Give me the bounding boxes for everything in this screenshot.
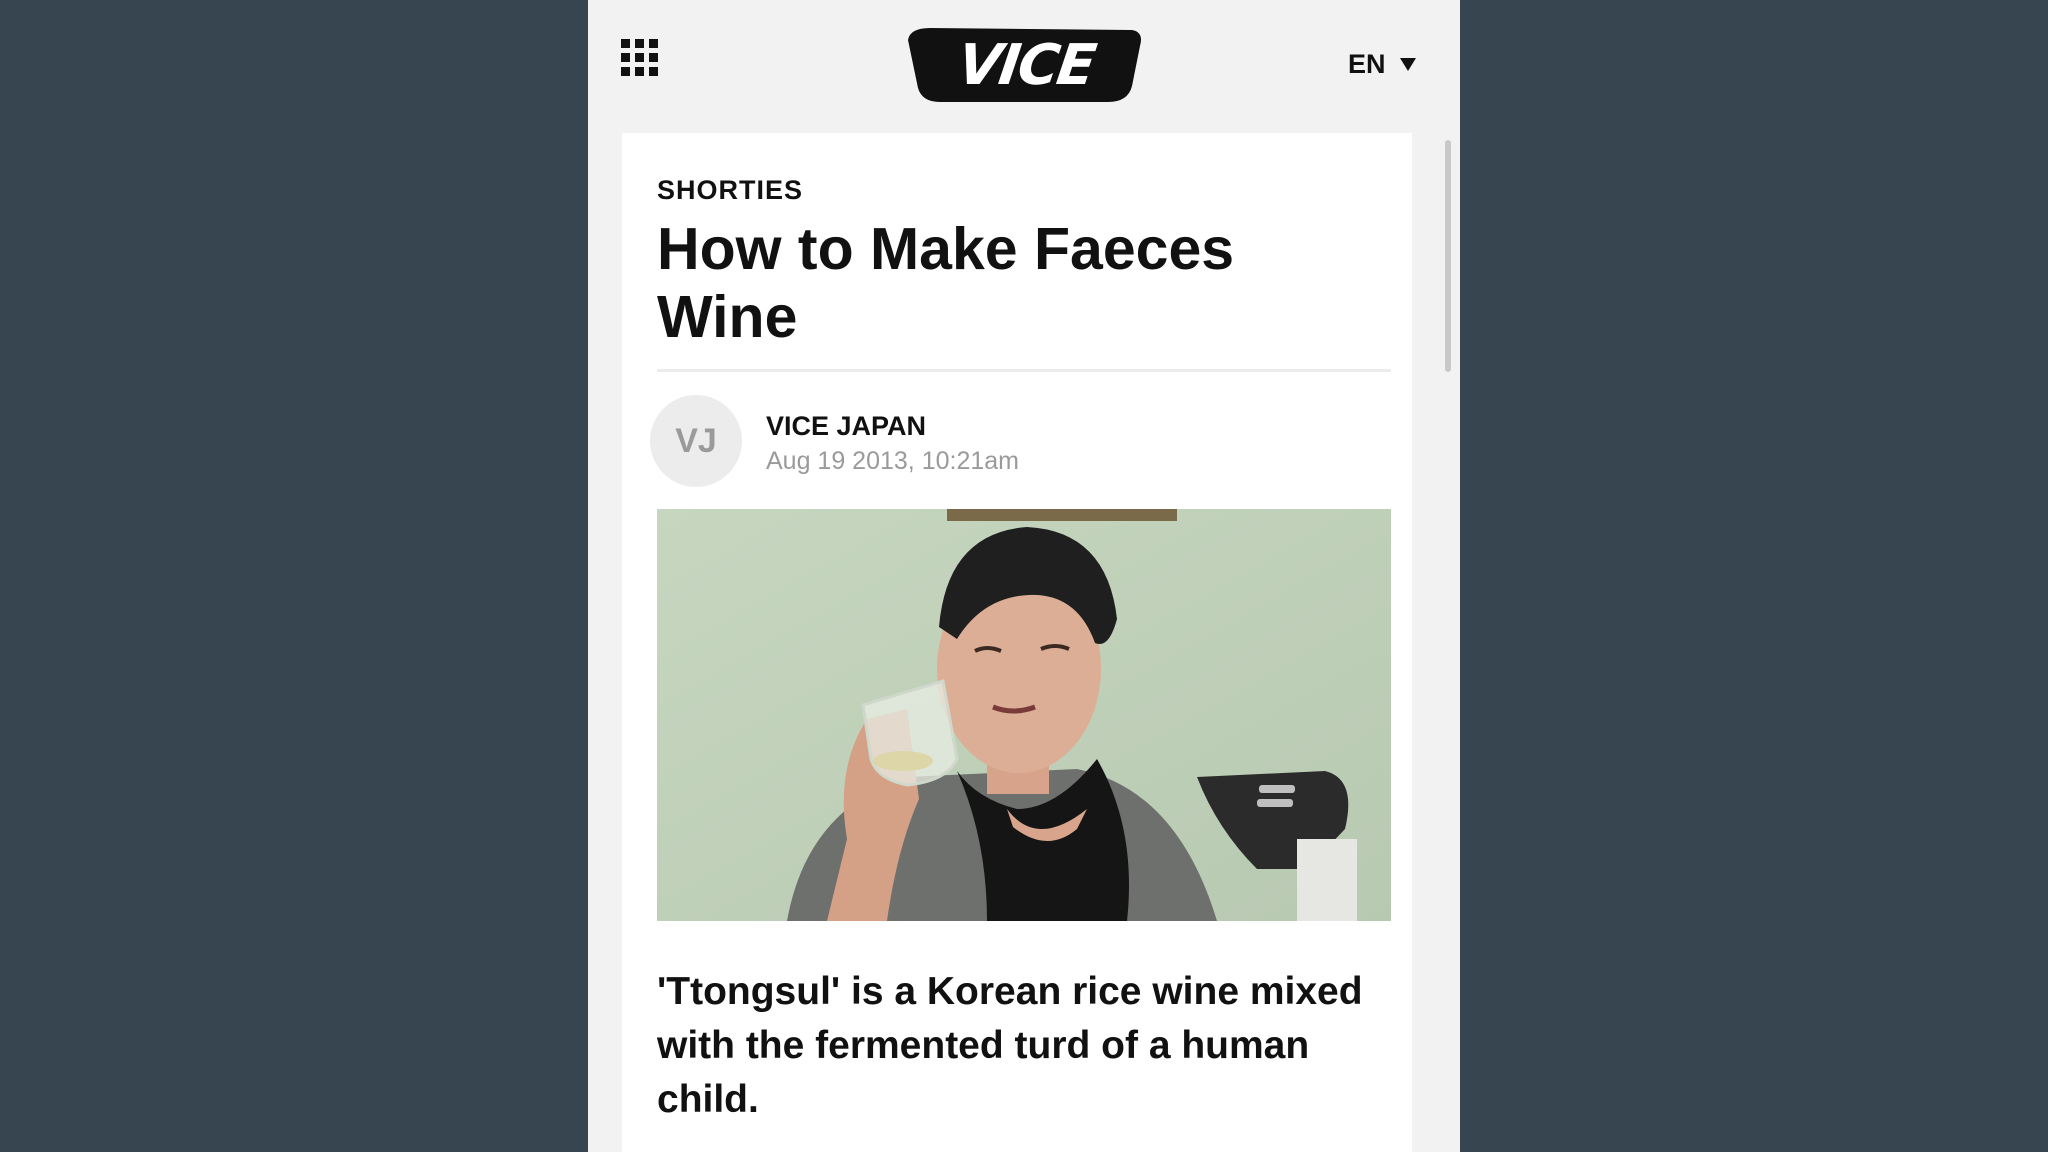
- svg-text:VICE: VICE: [954, 33, 1100, 98]
- top-bar: VICE EN: [588, 0, 1460, 130]
- grid-menu-icon[interactable]: [621, 39, 658, 76]
- vice-logo[interactable]: VICE: [900, 22, 1148, 106]
- language-label: EN: [1348, 48, 1386, 79]
- publish-date: Aug 19 2013, 10:21am: [766, 447, 1019, 475]
- article-title: How to Make Faeces Wine: [657, 216, 1235, 350]
- language-selector[interactable]: EN: [1348, 46, 1416, 82]
- author-name[interactable]: VICE JAPAN: [766, 411, 926, 442]
- article-card: SHORTIES How to Make Faeces Wine VJ VICE…: [622, 133, 1412, 1152]
- divider: [657, 369, 1391, 372]
- scrollbar[interactable]: [1445, 140, 1451, 372]
- author-avatar[interactable]: VJ: [650, 395, 742, 487]
- caret-down-icon: [1399, 57, 1416, 71]
- article-hero-image: [657, 509, 1391, 921]
- article-category[interactable]: SHORTIES: [657, 175, 803, 206]
- article-dek: 'Ttongsul' is a Korean rice wine mixed w…: [657, 970, 1363, 1121]
- mobile-page: VICE EN SHORTIES How to Make Faeces Wine…: [588, 0, 1460, 1152]
